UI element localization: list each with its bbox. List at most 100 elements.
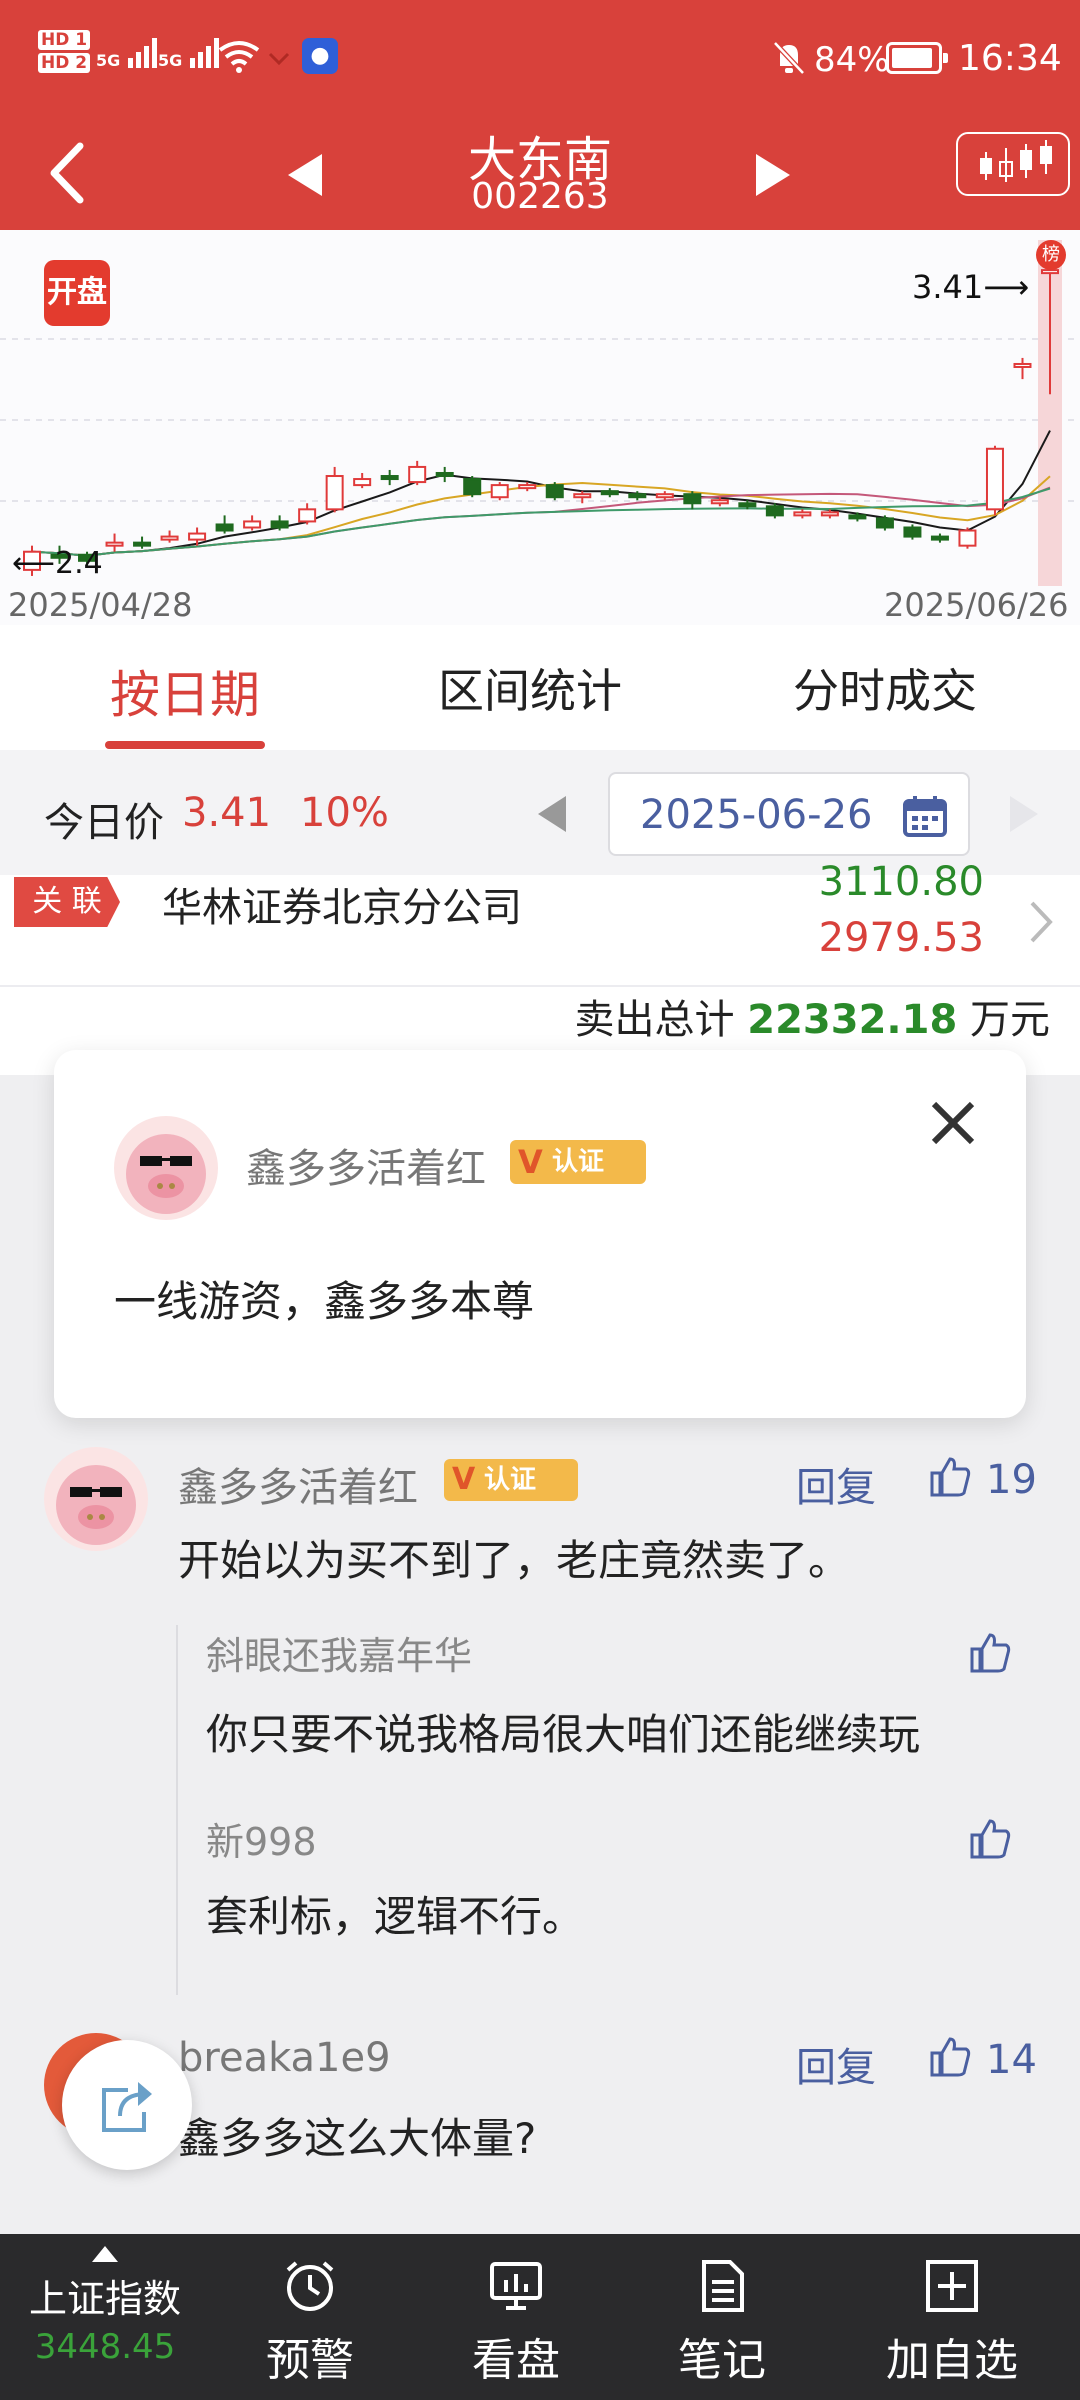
back-icon[interactable] xyxy=(42,138,92,208)
note-icon xyxy=(702,2260,744,2312)
comment-text: 鑫多多这么大体量? xyxy=(178,2114,537,2163)
candle xyxy=(298,508,317,523)
related-tag-label: 关 联 xyxy=(32,884,102,919)
calendar-icon xyxy=(903,796,947,837)
app-notification-icon: ● xyxy=(302,38,338,74)
candle xyxy=(435,471,454,478)
signal-icon-1: 5G xyxy=(96,36,162,70)
low-label: ⟵2.4 xyxy=(12,546,103,581)
candle xyxy=(133,541,152,547)
chevron-right-icon xyxy=(1030,901,1053,943)
nav-bar: 大东南 002263 xyxy=(0,120,1080,230)
nav-alert-label: 预警 xyxy=(266,2335,354,2386)
plus-square-icon xyxy=(926,2260,978,2312)
next-stock-icon[interactable] xyxy=(748,150,798,200)
kline-toggle-button[interactable] xyxy=(956,132,1070,196)
kline-chart[interactable]: 开盘 榜 3.41⟶ ⟵2.4 2025/04/28 2025/06/26 xyxy=(0,230,1080,625)
candle xyxy=(325,475,344,511)
candle xyxy=(710,499,729,505)
verified-badge: V 认证 xyxy=(444,1459,578,1501)
tab-by-date-label: 按日期 xyxy=(110,666,260,724)
candle xyxy=(793,511,812,517)
comment-username[interactable]: breaka1e9 xyxy=(178,2035,391,2081)
reply-button[interactable]: 回复 xyxy=(796,2035,876,2093)
candle xyxy=(958,529,977,547)
tab-by-date[interactable]: 按日期 xyxy=(90,655,280,749)
comment-username[interactable]: 鑫多多活着红 xyxy=(178,1455,418,1513)
high-value: 3.41 xyxy=(912,268,984,306)
content-area: 关 联 华林证券北京分公司 3110.80 2979.53 卖出总计 22332… xyxy=(0,859,1080,2235)
candle xyxy=(243,520,262,529)
ma10-line xyxy=(31,475,1051,557)
candle xyxy=(545,484,564,499)
candle xyxy=(985,447,1004,511)
candle xyxy=(903,526,922,538)
thumbs-up-icon[interactable] xyxy=(928,2033,972,2079)
nav-market-label: 看盘 xyxy=(472,2335,560,2386)
thumbs-up-icon[interactable] xyxy=(968,1815,1012,1861)
sim1-label: HD 1 xyxy=(38,30,91,50)
candle xyxy=(1041,269,1059,275)
index-name: 上证指数 xyxy=(28,2277,181,2321)
stock-code: 002263 xyxy=(471,176,609,217)
related-tag: 关 联 xyxy=(14,877,120,927)
today-change-value: 10% xyxy=(300,790,389,836)
reply-username[interactable]: 斜眼还我嘉年华 xyxy=(206,1625,472,1680)
today-price-value: 3.41 xyxy=(182,790,272,836)
net1-label: 5G xyxy=(96,51,121,70)
thumbs-up-icon[interactable] xyxy=(928,1453,972,1499)
tab-active-indicator xyxy=(105,741,265,749)
popup-username: 鑫多多活着红 xyxy=(246,1146,486,1192)
index-ticker[interactable]: 上证指数 3448.45 xyxy=(20,2244,190,2367)
reply-item: 斜眼还我嘉年华 你只要不说我格局很大咱们还能继续玩 xyxy=(178,1625,1038,1805)
nav-add-watchlist[interactable]: 加自选 xyxy=(872,2258,1032,2388)
next-date-icon[interactable] xyxy=(1004,792,1044,836)
tab-tick-trades[interactable]: 分时成交 xyxy=(770,655,1000,721)
candlestick-icon xyxy=(980,140,1052,182)
nav-alert[interactable]: 预警 xyxy=(230,2258,390,2388)
like-count: 19 xyxy=(986,1457,1037,1503)
reply-username[interactable]: 新998 xyxy=(206,1811,317,1866)
broker-name: 华林证券北京分公司 xyxy=(162,885,522,931)
net2-label: 5G xyxy=(158,51,183,70)
sim2-label: HD 2 xyxy=(38,53,91,73)
candle xyxy=(655,493,674,499)
sell-total-unit: 万元 xyxy=(970,997,1050,1043)
date-picker[interactable]: 2025-06-26 xyxy=(608,772,970,856)
prev-date-icon[interactable] xyxy=(532,792,572,836)
share-icon xyxy=(102,2082,152,2132)
candle xyxy=(930,535,949,541)
wifi-icon xyxy=(218,41,260,73)
low-value: 2.4 xyxy=(55,546,103,581)
close-icon[interactable] xyxy=(930,1100,976,1146)
thumbs-up-icon[interactable] xyxy=(968,1629,1012,1675)
today-price-label: 今日价 xyxy=(44,800,164,846)
candle xyxy=(875,517,894,529)
share-fab[interactable] xyxy=(62,2040,192,2170)
sell-total-value: 22332.18 xyxy=(747,997,958,1043)
candle xyxy=(820,511,839,517)
candle xyxy=(518,484,537,490)
avatar[interactable] xyxy=(44,1447,148,1551)
trade-row[interactable]: 关 联 华林证券北京分公司 3110.80 2979.53 xyxy=(0,859,1080,987)
nav-market[interactable]: 看盘 xyxy=(436,2258,596,2388)
caret-up-icon xyxy=(92,2246,118,2262)
candle xyxy=(353,478,372,487)
reply-thread: 斜眼还我嘉年华 你只要不说我格局很大咱们还能继续玩 新998 套利标，逻辑不行。 xyxy=(176,1625,1036,1995)
reply-button[interactable]: 回复 xyxy=(796,1455,876,1513)
reply-item: 新998 套利标，逻辑不行。 xyxy=(178,1811,1038,1991)
candle xyxy=(738,502,757,508)
battery-percent: 84% xyxy=(814,40,890,80)
tab-tick-trades-label: 分时成交 xyxy=(793,664,977,718)
index-value: 3448.45 xyxy=(34,2327,176,2367)
candle xyxy=(628,493,647,499)
prev-stock-icon[interactable] xyxy=(280,150,330,200)
tab-range-stats-label: 区间统计 xyxy=(438,664,622,718)
end-date-label: 2025/06/26 xyxy=(884,586,1069,624)
verified-badge-label: 认证 xyxy=(484,1465,537,1495)
like-count: 14 xyxy=(986,2037,1037,2083)
bottom-nav: 上证指数 3448.45 预警 看盘 笔记 加自选 xyxy=(0,2234,1080,2400)
tab-range-stats[interactable]: 区间统计 xyxy=(420,655,640,721)
nav-notes[interactable]: 笔记 xyxy=(642,2258,802,2388)
popup-avatar[interactable] xyxy=(114,1116,218,1220)
